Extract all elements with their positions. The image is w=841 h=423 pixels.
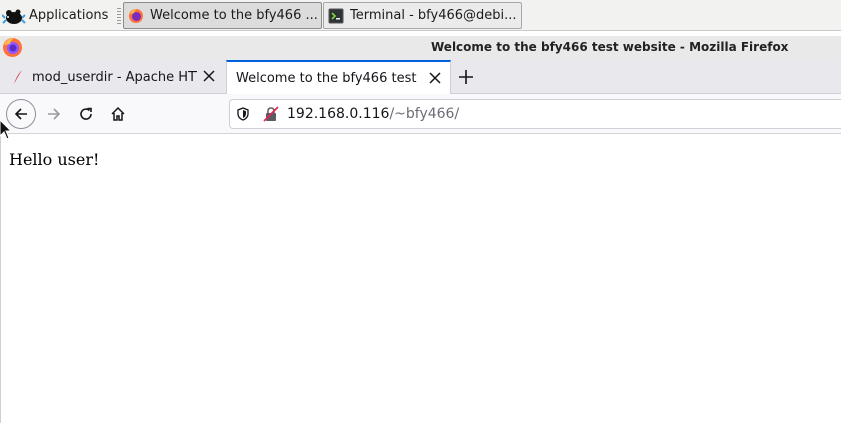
taskbar-item-label: Terminal - bfy466@debi... [350,8,517,23]
tab-close-icon[interactable] [428,71,442,85]
arrow-right-icon [46,106,62,122]
panel-separator [117,8,121,24]
applications-menu-button[interactable]: Applications [1,3,109,28]
navigation-toolbar: 192.168.0.116/~bfy466/ [0,94,841,134]
tab-mod-userdir[interactable]: mod_userdir - Apache HTTP Server [0,60,224,94]
home-button[interactable] [105,101,131,127]
forward-button[interactable] [41,101,67,127]
home-icon [110,106,126,122]
url-text[interactable]: 192.168.0.116/~bfy466/ [287,106,459,122]
applications-label: Applications [29,8,109,23]
window-titlebar: Welcome to the bfy466 test website - Moz… [0,36,841,60]
mouse-pointer-icon [0,119,13,140]
tab-close-icon[interactable] [202,69,216,83]
firefox-icon [128,8,144,24]
taskbar-item-terminal[interactable]: Terminal - bfy466@debi... [323,2,522,29]
new-tab-plus-icon[interactable] [456,67,476,87]
tab-label: mod_userdir - Apache HTTP Server [32,69,197,85]
url-path: /~bfy466/ [389,106,460,122]
xfce-mouse-icon [1,4,26,28]
tab-strip: mod_userdir - Apache HTTP Server Welcome… [0,60,841,94]
window-title: Welcome to the bfy466 test website - Moz… [431,40,789,54]
page-text: Hello user! [9,150,100,169]
arrow-left-icon [13,106,29,122]
terminal-icon [328,8,344,24]
page-content: Hello user! [0,134,841,423]
desktop-panel: Applications Welcome to the bfy466 ... T… [0,0,841,31]
tracking-protection-shield-icon[interactable] [236,107,250,121]
insecure-connection-lock-icon[interactable] [263,106,279,122]
taskbar-item-label: Welcome to the bfy466 ... [150,8,318,23]
apache-feather-icon [12,69,24,85]
reload-button[interactable] [73,101,99,127]
url-bar[interactable]: 192.168.0.116/~bfy466/ [229,99,841,129]
tab-label: Welcome to the bfy466 test website [236,70,420,86]
firefox-logo-icon [2,37,23,58]
tab-welcome[interactable]: Welcome to the bfy466 test website [226,60,451,94]
reload-icon [78,106,94,122]
taskbar-item-firefox[interactable]: Welcome to the bfy466 ... [123,2,322,29]
url-host: 192.168.0.116 [287,106,390,122]
